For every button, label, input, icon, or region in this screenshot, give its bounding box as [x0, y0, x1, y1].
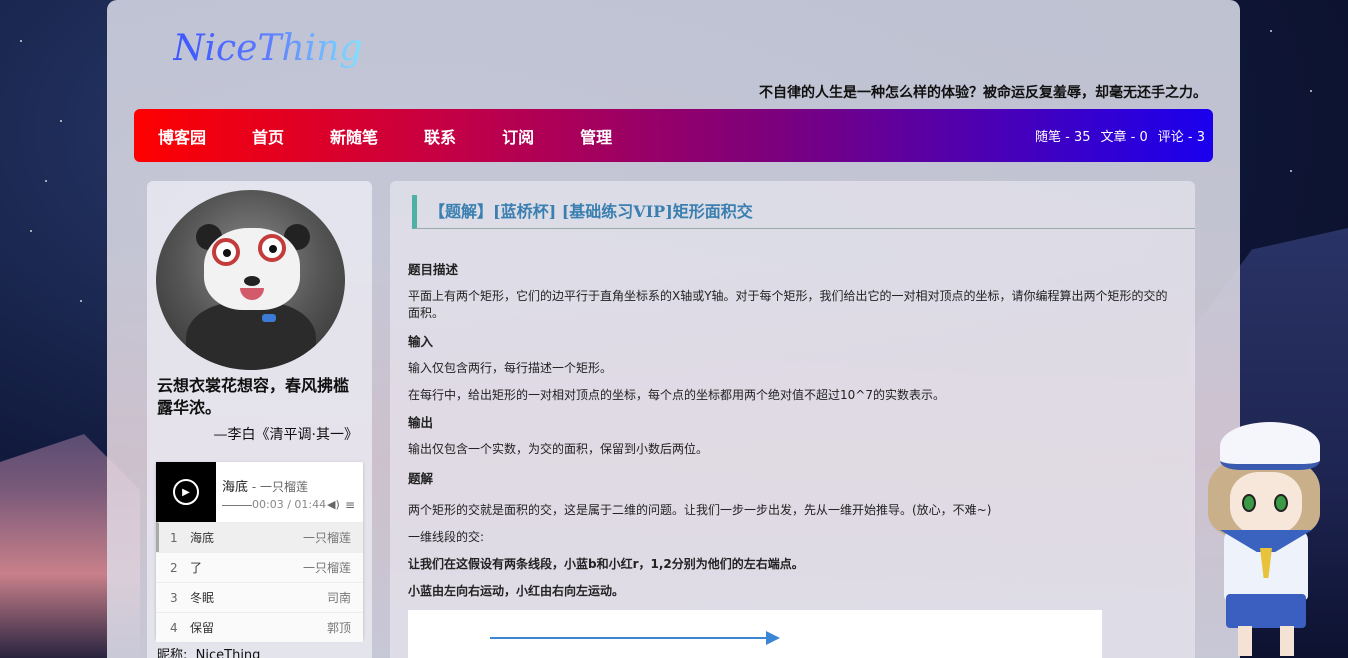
avatar — [156, 190, 345, 370]
mascot-shorts — [1226, 594, 1306, 628]
playlist-item-number: 3 — [170, 590, 178, 605]
avatar-bow-tie — [262, 314, 276, 322]
nav-item-subscribe[interactable]: 订阅 — [502, 124, 534, 148]
paragraph-solution: 两个矩形的交就是面积的交，这是属于二维的问题。让我们一步一步出发，先从一维开始推… — [408, 503, 992, 517]
paragraph-output: 输出仅包含一个实数，为交的面积，保留到小数后两位。 — [408, 442, 709, 456]
figure-arrow-head — [766, 631, 780, 645]
blog-page: NiceThing 不自律的人生是一种怎么样的体验？被命运反复羞辱，却毫无还手之… — [107, 0, 1240, 658]
playlist-item-title: 海底 — [190, 531, 215, 545]
playlist-item[interactable]: 3 冬眠 司南 — [156, 582, 363, 612]
avatar-mouth — [240, 288, 264, 300]
playlist-item-artist: 一只榴莲 — [302, 531, 351, 545]
section-heading-input: 输入 — [408, 334, 434, 349]
mascot-eye-right — [1274, 494, 1288, 512]
paragraph-description: 平面上有两个矩形，它们的边平行于直角坐标系的X轴或Y轴。对于每个矩形，我们给出它… — [408, 289, 1168, 320]
avatar-nose — [244, 276, 260, 286]
paragraph-1d-intro: 一维线段的交: — [408, 530, 485, 544]
sidebar: 云想衣裳花想容，春风拂槛露华浓。 —李白《清平调·其一》 ▶ 海底 - 一只榴莲… — [147, 181, 372, 658]
player-song-artist: - 一只榴莲 — [248, 480, 308, 494]
post-content: 【题解】[蓝桥杯] [基础练习VIP]矩形面积交 题目描述 平面上有两个矩形，它… — [390, 181, 1195, 658]
playlist-item[interactable]: 4 保留 郭顶 — [156, 612, 363, 642]
player-progress-bar[interactable] — [222, 505, 252, 506]
play-icon[interactable]: ▶ — [173, 479, 199, 505]
paragraph-motion: 小蓝由左向右运动，小红由右向左运动。 — [408, 584, 625, 598]
stat-posts: 随笔 - 35 — [1035, 130, 1091, 145]
playlist-item-artist: 司南 — [326, 591, 351, 605]
music-player: ▶ 海底 - 一只榴莲 00:03 / 01:44 ◀) ≡ 1 海底 一只榴莲… — [156, 462, 363, 642]
sidebar-quote-author: —李白《清平调·其一》 — [213, 427, 358, 443]
blog-stats: 随笔 - 35 文章 - 0 评论 - 3 — [1035, 126, 1205, 145]
playlist: 1 海底 一只榴莲 2 了 一只榴莲 3 冬眠 司南 4 保留 郭顶 — [156, 522, 363, 642]
nickname-value[interactable]: NiceThing — [196, 648, 261, 658]
player-song-title: 海底 — [222, 480, 249, 495]
mascot-sailor-hat — [1220, 422, 1320, 470]
paragraph-segments: 让我们在这假设有两条线段，小蓝b和小红r，1,2分别为他们的左右端点。 — [408, 557, 804, 571]
site-motto: 不自律的人生是一种怎么样的体验？被命运反复羞辱，却毫无还手之力。 — [759, 85, 1207, 101]
playlist-item-artist: 郭顶 — [326, 621, 351, 635]
mascot-leg-left — [1238, 626, 1252, 656]
mascot-eye-left — [1242, 494, 1256, 512]
site-logo[interactable]: NiceThing — [173, 28, 362, 69]
playlist-item[interactable]: 2 了 一只榴莲 — [156, 552, 363, 582]
top-navbar: 博客园 首页 新随笔 联系 订阅 管理 随笔 - 35 文章 - 0 评论 - … — [134, 109, 1213, 162]
sidebar-quote: 云想衣裳花想容，春风拂槛露华浓。 — [157, 376, 350, 417]
stat-comments: 评论 - 3 — [1157, 130, 1205, 145]
profile-nickname: 昵称: NiceThing — [157, 644, 260, 658]
playlist-item-number: 2 — [170, 560, 178, 575]
paragraph-input-1: 输入仅包含两行，每行描述一个矩形。 — [408, 361, 613, 375]
nav-item-contact[interactable]: 联系 — [424, 124, 456, 148]
playlist-item-title: 冬眠 — [190, 591, 215, 605]
nav-item-new-post[interactable]: 新随笔 — [330, 124, 378, 148]
nav-item-manage[interactable]: 管理 — [580, 124, 612, 148]
player-cover[interactable]: ▶ — [156, 462, 216, 522]
playlist-menu-icon[interactable]: ≡ — [345, 498, 355, 512]
avatar-eye-left — [212, 238, 240, 266]
section-heading-description: 题目描述 — [408, 262, 459, 277]
avatar-bear-face — [204, 228, 300, 310]
playlist-item-title: 了 — [190, 561, 203, 575]
volume-icon[interactable]: ◀) — [327, 498, 340, 511]
mascot-leg-right — [1280, 626, 1294, 656]
playlist-item-number: 4 — [170, 620, 178, 635]
stat-articles: 文章 - 0 — [1100, 130, 1148, 145]
paragraph-input-2: 在每行中，给出矩形的一对相对顶点的坐标，每个点的坐标都用两个绝对值不超过10^7… — [408, 388, 945, 402]
playlist-item[interactable]: 1 海底 一只榴莲 — [156, 522, 363, 552]
avatar-bear-body — [186, 302, 316, 370]
figure-arrow-line — [490, 637, 768, 639]
nav-item-home[interactable]: 首页 — [252, 124, 284, 148]
playlist-item-number: 1 — [170, 530, 178, 545]
mascot-character[interactable] — [1202, 422, 1328, 658]
playlist-item-artist: 一只榴莲 — [302, 561, 351, 575]
nickname-label: 昵称: — [157, 648, 188, 658]
avatar-eye-right — [258, 234, 286, 262]
post-title[interactable]: 【题解】[蓝桥杯] [基础练习VIP]矩形面积交 — [412, 195, 1195, 229]
playlist-item-title: 保留 — [190, 621, 215, 635]
section-heading-solution: 题解 — [408, 471, 434, 486]
player-now-playing: 海底 - 一只榴莲 — [222, 476, 308, 495]
section-heading-output: 输出 — [408, 415, 434, 430]
post-figure — [408, 610, 1102, 658]
player-time: 00:03 / 01:44 — [252, 498, 327, 511]
mascot-face — [1230, 472, 1302, 536]
nav-item-cnblogs[interactable]: 博客园 — [158, 124, 206, 148]
